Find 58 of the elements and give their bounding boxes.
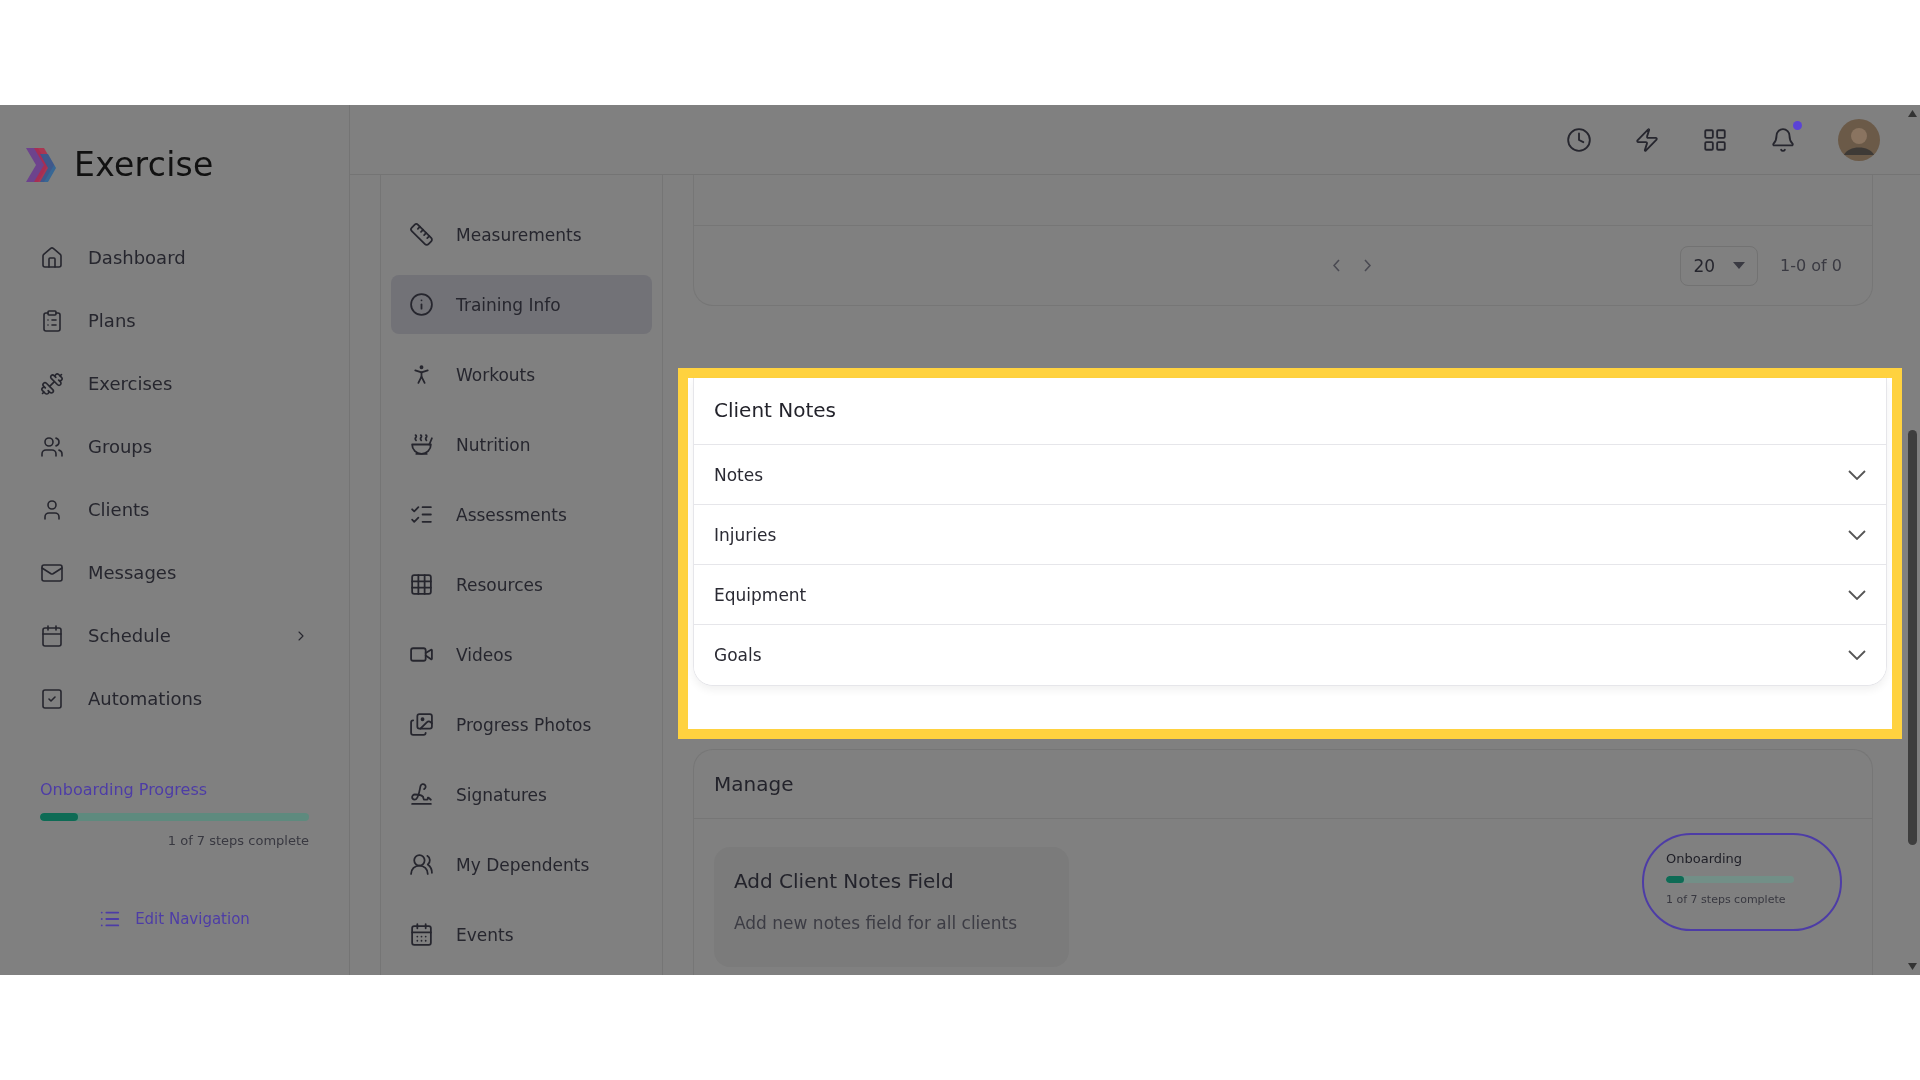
clock-icon[interactable] (1566, 126, 1592, 153)
checkbox-icon (40, 686, 64, 711)
next-page-icon[interactable] (1364, 259, 1372, 272)
apps-grid-icon[interactable] (1702, 126, 1728, 153)
nav-item[interactable]: Dashboard (0, 226, 349, 289)
calendar-icon (40, 623, 64, 648)
nav-item[interactable]: Automations (0, 667, 349, 730)
group-icon (40, 434, 64, 459)
grid-icon (409, 572, 434, 597)
edit-navigation-link[interactable]: Edit Navigation (99, 908, 250, 930)
onboarding-widget[interactable]: Onboarding 1 of 7 steps complete (1642, 833, 1842, 931)
client-nav-item[interactable]: Events (391, 905, 652, 964)
bowl-icon (409, 432, 434, 457)
signature-icon (409, 782, 434, 807)
nav-item[interactable]: Schedule (0, 604, 349, 667)
client-nav-item[interactable]: Assessments (391, 485, 652, 544)
nav-item[interactable]: Clients (0, 478, 349, 541)
previous-page-icon[interactable] (1333, 259, 1341, 272)
nav-item[interactable]: Messages (0, 541, 349, 604)
client-nav-item[interactable]: Progress Photos (391, 695, 652, 754)
accordion-row[interactable]: Injuries (694, 505, 1886, 565)
people-icon (409, 852, 434, 877)
add-card-title: Add Client Notes Field (734, 869, 955, 893)
progress-title: Onboarding Progress (40, 780, 209, 799)
add-card-description: Add new notes field for all clients (734, 913, 1019, 933)
add-notes-field-card[interactable]: Add Client Notes Field Add new notes field for all clients (714, 847, 1069, 967)
widget-caption: 1 of 7 steps complete (1666, 893, 1787, 906)
caret-icon (1733, 261, 1746, 270)
widget-title: Onboarding (1666, 851, 1744, 866)
client-nav-item[interactable]: Measurements (391, 205, 652, 264)
client-nav-item[interactable]: Resources (391, 555, 652, 614)
notifications-bell-icon[interactable] (1770, 126, 1796, 153)
lightning-icon[interactable] (1634, 126, 1660, 153)
pagination-range: 1-0 of 0 (1780, 256, 1842, 275)
nav-item[interactable]: Exercises (0, 352, 349, 415)
nav-item[interactable]: Groups (0, 415, 349, 478)
calendar-icon (409, 922, 434, 947)
nav-item[interactable]: Plans (0, 289, 349, 352)
accordion-row[interactable]: Equipment (694, 565, 1886, 625)
dumbbell-icon (40, 371, 64, 396)
card-title: Manage (694, 750, 1872, 819)
accordion-row[interactable]: Goals (694, 625, 1886, 685)
client-nav-item[interactable]: Videos (391, 625, 652, 684)
ruler-icon (409, 222, 434, 247)
brand-name: Exercise (74, 145, 214, 184)
info-icon (409, 292, 434, 317)
avatar[interactable] (1838, 118, 1880, 161)
progress-caption: 1 of 7 steps complete (167, 833, 309, 848)
client-nav-item[interactable]: Signatures (391, 765, 652, 824)
photos-icon (409, 712, 434, 737)
accordion-row[interactable]: Notes (694, 445, 1886, 505)
client-nav-item[interactable]: Nutrition (391, 415, 652, 474)
client-nav-item[interactable]: My Dependents (391, 835, 652, 894)
client-nav-item[interactable]: Workouts (391, 345, 652, 404)
home-icon (40, 245, 64, 270)
client-nav-item[interactable]: Training Info (391, 275, 652, 334)
clipboard-icon (40, 308, 64, 333)
page-size-select[interactable]: 20 (1680, 245, 1759, 286)
